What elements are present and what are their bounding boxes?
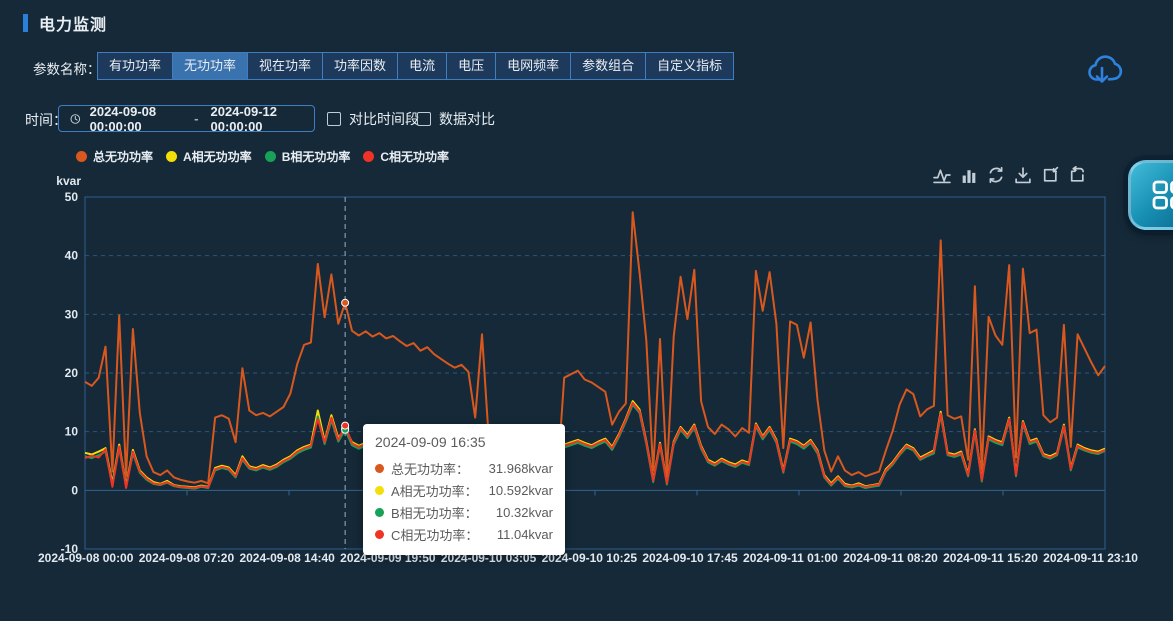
legend-label: B相无功功率 [282, 148, 351, 165]
tooltip-value: 31.968kvar [489, 461, 553, 476]
legend-label: C相无功功率 [380, 148, 449, 165]
tab-param-2[interactable]: 视在功率 [247, 53, 322, 79]
tooltip-label: A相无功功率： [391, 481, 478, 500]
tooltip-row: 总无功功率： 31.968kvar [375, 457, 553, 479]
tooltip-value: 10.32kvar [496, 505, 553, 520]
tooltip-label: C相无功功率： [391, 525, 478, 544]
tooltip-time: 2024-09-09 16:35 [375, 434, 553, 450]
tooltip-dot-icon [375, 508, 384, 517]
x-tick-label: 2024-09-11 15:20 [943, 551, 1038, 565]
cloud-download-icon[interactable] [1085, 50, 1125, 90]
legend-dot-icon [265, 151, 276, 162]
x-tick-label: 2024-09-11 08:20 [843, 551, 938, 565]
compare-period-option[interactable]: 对比时间段 [327, 109, 419, 129]
chart-legend: 总无功功率 A相无功功率 B相无功功率 C相无功功率 [76, 148, 449, 165]
compare-period-checkbox[interactable] [327, 112, 341, 126]
x-tick-label: 2024-09-08 00:00 [38, 551, 133, 565]
tab-param-7[interactable]: 参数组合 [570, 53, 645, 79]
tooltip-dot-icon [375, 530, 384, 539]
svg-text:10: 10 [65, 425, 79, 439]
legend-item-3[interactable]: C相无功功率 [363, 148, 449, 165]
data-compare-option[interactable]: 数据对比 [417, 109, 495, 129]
tab-param-1[interactable]: 无功功率 [172, 53, 247, 79]
tab-param-3[interactable]: 功率因数 [322, 53, 397, 79]
tooltip-dot-icon [375, 486, 384, 495]
x-tick-label: 2024-09-11 01:00 [743, 551, 838, 565]
tooltip-value: 10.592kvar [489, 483, 553, 498]
svg-text:40: 40 [65, 249, 79, 263]
widget-grid-button[interactable] [1128, 160, 1173, 230]
legend-item-0[interactable]: 总无功功率 [76, 148, 153, 165]
tooltip-row: B相无功功率： 10.32kvar [375, 501, 553, 523]
tooltip-value: 11.04kvar [497, 527, 553, 542]
tab-param-0[interactable]: 有功功率 [98, 53, 172, 79]
data-compare-label: 数据对比 [439, 109, 495, 129]
x-axis-labels: 2024-09-08 00:00 2024-09-08 07:20 2024-09-… [38, 551, 1138, 565]
legend-dot-icon [363, 151, 374, 162]
start-date[interactable]: 2024-09-08 00:00:00 [90, 104, 183, 134]
tab-param-6[interactable]: 电网频率 [495, 53, 570, 79]
title-accent-bar [23, 14, 28, 32]
x-tick-label: 2024-09-08 14:40 [239, 551, 334, 565]
reactive-power-chart[interactable]: 50403020100-10kvar [0, 165, 1173, 585]
tooltip-label: B相无功功率： [391, 503, 478, 522]
tab-param-5[interactable]: 电压 [446, 53, 495, 79]
date-range-input[interactable]: 2024-09-08 00:00:00 - 2024-09-12 00:00:0… [58, 105, 315, 132]
legend-item-2[interactable]: B相无功功率 [265, 148, 351, 165]
legend-dot-icon [166, 151, 177, 162]
chart-tooltip: 2024-09-09 16:35 总无功功率： 31.968kvar A相无功功率：… [363, 424, 565, 555]
clock-icon [70, 112, 81, 126]
svg-text:20: 20 [65, 366, 79, 380]
x-tick-label: 2024-09-10 17:45 [642, 551, 737, 565]
x-tick-label: 2024-09-08 07:20 [139, 551, 234, 565]
svg-text:kvar: kvar [56, 174, 81, 188]
tooltip-row: A相无功功率： 10.592kvar [375, 479, 553, 501]
legend-label: A相无功功率 [183, 148, 252, 165]
x-tick-label: 2024-09-11 23:10 [1043, 551, 1138, 565]
param-name-label: 参数名称： [33, 58, 101, 78]
tab-param-8[interactable]: 自定义指标 [645, 53, 733, 79]
grid-icon [1152, 180, 1173, 210]
tooltip-row: C相无功功率： 11.04kvar [375, 523, 553, 545]
page-title: 电力监测 [39, 11, 107, 35]
svg-text:50: 50 [65, 190, 79, 204]
page-header: 电力监测 [23, 11, 107, 35]
legend-dot-icon [76, 151, 87, 162]
tooltip-label: 总无功功率： [391, 459, 469, 478]
date-separator: - [194, 111, 198, 126]
svg-text:0: 0 [71, 483, 78, 497]
end-date[interactable]: 2024-09-12 00:00:00 [210, 104, 303, 134]
svg-text:30: 30 [65, 307, 79, 321]
legend-item-1[interactable]: A相无功功率 [166, 148, 252, 165]
tooltip-dot-icon [375, 464, 384, 473]
legend-label: 总无功功率 [93, 148, 153, 165]
data-compare-checkbox[interactable] [417, 112, 431, 126]
compare-period-label: 对比时间段 [349, 109, 419, 129]
tab-param-4[interactable]: 电流 [397, 53, 446, 79]
param-tabs: 有功功率无功功率视在功率功率因数电流电压电网频率参数组合自定义指标 [97, 52, 734, 80]
